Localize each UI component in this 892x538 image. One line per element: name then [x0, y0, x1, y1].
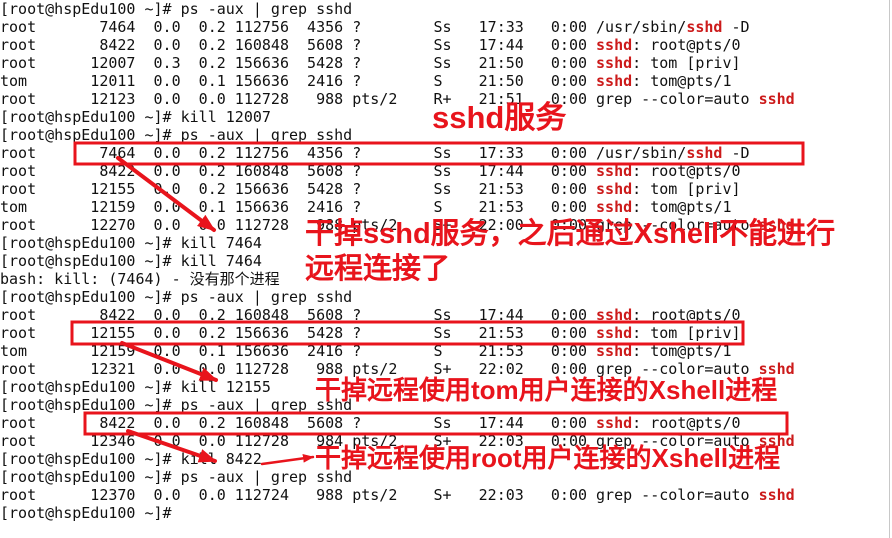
terminal-line: root 7464 0.0 0.2 112756 4356 ? Ss 17:33…	[0, 144, 886, 162]
terminal-line: root 12007 0.3 0.2 156636 5428 ? Ss 21:5…	[0, 54, 886, 72]
terminal-text: [root@hspEdu100 ~]# kill 7464	[0, 252, 262, 270]
terminal-text: : tom [priv]	[632, 54, 741, 72]
window-edge	[889, 0, 890, 538]
terminal-text: : root@pts/0	[632, 36, 741, 54]
grep-match-text: sshd	[596, 414, 633, 432]
terminal-text: root 7464 0.0 0.2 112756 4356 ? Ss 17:33…	[0, 144, 687, 162]
terminal-line: [root@hspEdu100 ~]# ps -aux | grep sshd	[0, 288, 886, 306]
terminal-text: tom 12159 0.0 0.1 156636 2416 ? S 21:53 …	[0, 198, 597, 216]
terminal-line: tom 12011 0.0 0.1 156636 2416 ? S 21:50 …	[0, 72, 886, 90]
terminal-text: : tom [priv]	[632, 180, 741, 198]
terminal-text: [root@hspEdu100 ~]# ps -aux | grep sshd	[0, 468, 353, 486]
terminal-text: root 8422 0.0 0.2 160848 5608 ? Ss 17:44…	[0, 414, 597, 432]
terminal-text: [root@hspEdu100 ~]# kill 7464	[0, 234, 262, 252]
annotation-sshd-service: sshd服务	[432, 100, 567, 135]
terminal-text: [root@hspEdu100 ~]# kill 12155	[0, 378, 271, 396]
terminal-text: [root@hspEdu100 ~]# ps -aux | grep sshd	[0, 0, 353, 18]
terminal-line: [root@hspEdu100 ~]# ps -aux | grep sshd	[0, 0, 886, 18]
terminal-text: [root@hspEdu100 ~]#	[0, 504, 181, 522]
grep-match-text: sshd	[758, 90, 795, 108]
terminal-text: -D	[722, 18, 750, 36]
terminal-line: root 12370 0.0 0.0 112724 988 pts/2 S+ 2…	[0, 486, 886, 504]
terminal-text: [root@hspEdu100 ~]# ps -aux | grep sshd	[0, 288, 353, 306]
terminal-text: : root@pts/0	[632, 162, 741, 180]
terminal-line: [root@hspEdu100 ~]#	[0, 504, 886, 522]
terminal-line: root 8422 0.0 0.2 160848 5608 ? Ss 17:44…	[0, 36, 886, 54]
terminal-text: tom 12011 0.0 0.1 156636 2416 ? S 21:50 …	[0, 72, 597, 90]
terminal-text: : tom@pts/1	[632, 198, 732, 216]
terminal-line: root 8422 0.0 0.2 160848 5608 ? Ss 17:44…	[0, 162, 886, 180]
grep-match-text: sshd	[596, 54, 633, 72]
terminal-line: root 8422 0.0 0.2 160848 5608 ? Ss 17:44…	[0, 414, 886, 432]
terminal-text: : tom@pts/1	[632, 72, 732, 90]
annotation-kill-root-session: 干掉远程使用root用户连接的Xshell进程	[315, 443, 781, 473]
terminal-line: tom 12159 0.0 0.1 156636 2416 ? S 21:53 …	[0, 342, 886, 360]
grep-match-text: sshd	[596, 36, 633, 54]
terminal-line: tom 12159 0.0 0.1 156636 2416 ? S 21:53 …	[0, 198, 886, 216]
annotation-kill-sshd-line1: 干掉sshd服务，之后通过Xshell不能进行	[305, 218, 836, 250]
terminal-text: root 12155 0.0 0.2 156636 5428 ? Ss 21:5…	[0, 324, 597, 342]
terminal-text: : root@pts/0	[632, 306, 741, 324]
terminal-text: root 12007 0.3 0.2 156636 5428 ? Ss 21:5…	[0, 54, 597, 72]
grep-match-text: sshd	[686, 18, 723, 36]
terminal-text: bash: kill: (7464) - 没有那个进程	[0, 270, 280, 288]
terminal-line: root 12155 0.0 0.2 156636 5428 ? Ss 21:5…	[0, 180, 886, 198]
terminal-text: root 12155 0.0 0.2 156636 5428 ? Ss 21:5…	[0, 180, 597, 198]
terminal-text: : tom [priv]	[632, 324, 741, 342]
terminal-text: : tom@pts/1	[632, 342, 732, 360]
grep-match-text: sshd	[686, 144, 723, 162]
annotation-kill-tom-session: 干掉远程使用tom用户连接的Xshell进程	[315, 375, 778, 405]
terminal-text: tom 12159 0.0 0.1 156636 2416 ? S 21:53 …	[0, 342, 597, 360]
grep-match-text: sshd	[596, 162, 633, 180]
terminal-text: root 8422 0.0 0.2 160848 5608 ? Ss 17:44…	[0, 162, 597, 180]
terminal-line: root 12155 0.0 0.2 156636 5428 ? Ss 21:5…	[0, 324, 886, 342]
terminal-text: root 8422 0.0 0.2 160848 5608 ? Ss 17:44…	[0, 36, 597, 54]
terminal-text: root 12123 0.0 0.0 112728 988 pts/2 R+ 2…	[0, 90, 759, 108]
terminal-line: root 7464 0.0 0.2 112756 4356 ? Ss 17:33…	[0, 18, 886, 36]
annotation-kill-sshd-line2: 远程连接了	[305, 253, 451, 285]
grep-match-text: sshd	[596, 324, 633, 342]
terminal-text: -D	[722, 144, 750, 162]
terminal-line: root 8422 0.0 0.2 160848 5608 ? Ss 17:44…	[0, 306, 886, 324]
grep-match-text: sshd	[596, 306, 633, 324]
grep-match-text: sshd	[596, 342, 633, 360]
terminal-text: root 12370 0.0 0.0 112724 988 pts/2 S+ 2…	[0, 486, 759, 504]
terminal-text: [root@hspEdu100 ~]# kill 12007	[0, 108, 271, 126]
terminal-text: [root@hspEdu100 ~]# kill 8422	[0, 450, 262, 468]
grep-match-text: sshd	[596, 180, 633, 198]
grep-match-text: sshd	[596, 198, 633, 216]
terminal-text: : root@pts/0	[632, 414, 741, 432]
terminal-text: [root@hspEdu100 ~]# ps -aux | grep sshd	[0, 126, 353, 144]
grep-match-text: sshd	[596, 72, 633, 90]
terminal-text: root 8422 0.0 0.2 160848 5608 ? Ss 17:44…	[0, 306, 597, 324]
grep-match-text: sshd	[758, 486, 795, 504]
terminal-text: [root@hspEdu100 ~]# ps -aux | grep sshd	[0, 396, 353, 414]
terminal-text: root 7464 0.0 0.2 112756 4356 ? Ss 17:33…	[0, 18, 687, 36]
